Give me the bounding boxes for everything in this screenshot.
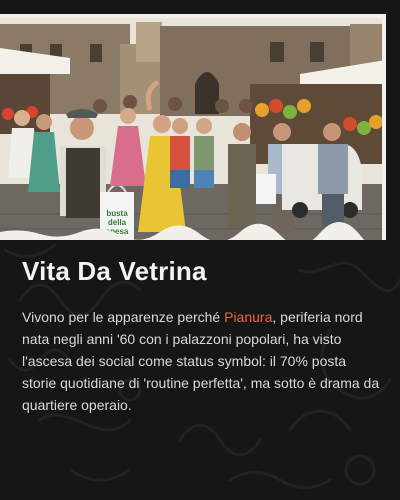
bag-label-line2: della [108, 218, 127, 227]
article-title: Vita Da Vetrina [22, 256, 207, 286]
highlight-link-pianura[interactable]: Pianura [224, 309, 272, 325]
article-card[interactable]: busta della spesa Vita Da Vetrina Vivono… [0, 0, 400, 500]
hero-image: busta della spesa [0, 14, 386, 240]
article-body-intro: Vivono per le apparenze perché [22, 309, 225, 325]
bag-label-line1: busta [106, 209, 128, 218]
article-body: Vivono per le apparenze perché Pianura, … [22, 306, 384, 416]
street-market-illustration: busta della spesa [0, 14, 386, 240]
